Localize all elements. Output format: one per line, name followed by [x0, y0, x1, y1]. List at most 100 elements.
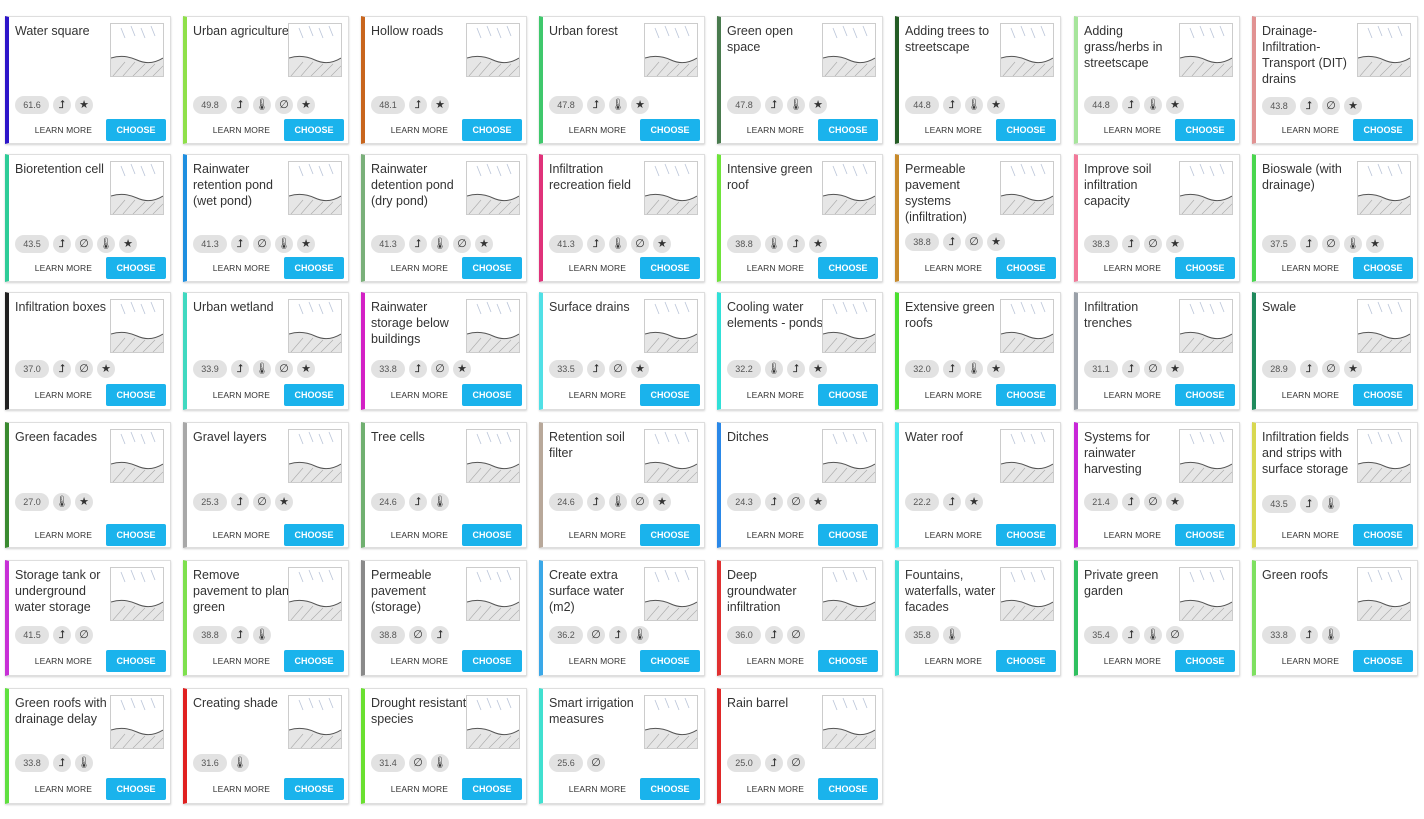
- learn-more-link[interactable]: LEARN MORE: [213, 656, 270, 666]
- learn-more-link[interactable]: LEARN MORE: [391, 656, 448, 666]
- choose-button[interactable]: CHOOSE: [818, 650, 878, 672]
- choose-button[interactable]: CHOOSE: [462, 650, 522, 672]
- learn-more-link[interactable]: LEARN MORE: [1282, 390, 1339, 400]
- choose-button[interactable]: CHOOSE: [462, 384, 522, 406]
- measure-stats: 32.2 🌡 ⮥ ★: [727, 360, 827, 378]
- learn-more-link[interactable]: LEARN MORE: [35, 263, 92, 273]
- choose-button[interactable]: CHOOSE: [284, 119, 344, 141]
- choose-button[interactable]: CHOOSE: [106, 778, 166, 800]
- learn-more-link[interactable]: LEARN MORE: [213, 784, 270, 794]
- choose-button[interactable]: CHOOSE: [1175, 119, 1235, 141]
- learn-more-link[interactable]: LEARN MORE: [1282, 656, 1339, 666]
- choose-button[interactable]: CHOOSE: [1353, 257, 1413, 279]
- choose-button[interactable]: CHOOSE: [1353, 524, 1413, 546]
- choose-button[interactable]: CHOOSE: [284, 778, 344, 800]
- learn-more-link[interactable]: LEARN MORE: [569, 125, 626, 135]
- choose-button[interactable]: CHOOSE: [996, 524, 1056, 546]
- choose-button[interactable]: CHOOSE: [640, 524, 700, 546]
- learn-more-link[interactable]: LEARN MORE: [1282, 530, 1339, 540]
- learn-more-link[interactable]: LEARN MORE: [747, 656, 804, 666]
- choose-button[interactable]: CHOOSE: [284, 257, 344, 279]
- star-icon: ★: [809, 235, 827, 253]
- choose-button[interactable]: CHOOSE: [1175, 650, 1235, 672]
- learn-more-link[interactable]: LEARN MORE: [1104, 125, 1161, 135]
- choose-button[interactable]: CHOOSE: [462, 524, 522, 546]
- choose-button[interactable]: CHOOSE: [818, 257, 878, 279]
- learn-more-link[interactable]: LEARN MORE: [1104, 263, 1161, 273]
- learn-more-link[interactable]: LEARN MORE: [35, 784, 92, 794]
- choose-button[interactable]: CHOOSE: [996, 257, 1056, 279]
- measure-title: Deep groundwater infiltration: [727, 568, 797, 614]
- learn-more-link[interactable]: LEARN MORE: [747, 390, 804, 400]
- choose-button[interactable]: CHOOSE: [640, 778, 700, 800]
- learn-more-link[interactable]: LEARN MORE: [391, 530, 448, 540]
- choose-button[interactable]: CHOOSE: [996, 650, 1056, 672]
- choose-button[interactable]: CHOOSE: [640, 119, 700, 141]
- star-icon: ★: [1166, 493, 1184, 511]
- choose-button[interactable]: CHOOSE: [106, 257, 166, 279]
- choose-button[interactable]: CHOOSE: [1175, 384, 1235, 406]
- choose-button[interactable]: CHOOSE: [818, 119, 878, 141]
- learn-more-link[interactable]: LEARN MORE: [213, 530, 270, 540]
- choose-button[interactable]: CHOOSE: [1353, 650, 1413, 672]
- learn-more-link[interactable]: LEARN MORE: [569, 530, 626, 540]
- learn-more-link[interactable]: LEARN MORE: [1104, 530, 1161, 540]
- learn-more-link[interactable]: LEARN MORE: [925, 390, 982, 400]
- learn-more-link[interactable]: LEARN MORE: [747, 784, 804, 794]
- measure-title: Hollow roads: [371, 24, 444, 38]
- choose-button[interactable]: CHOOSE: [284, 524, 344, 546]
- choose-button[interactable]: CHOOSE: [640, 257, 700, 279]
- choose-button[interactable]: CHOOSE: [106, 650, 166, 672]
- learn-more-link[interactable]: LEARN MORE: [35, 656, 92, 666]
- learn-more-link[interactable]: LEARN MORE: [213, 263, 270, 273]
- learn-more-link[interactable]: LEARN MORE: [391, 784, 448, 794]
- learn-more-link[interactable]: LEARN MORE: [569, 263, 626, 273]
- learn-more-link[interactable]: LEARN MORE: [925, 263, 982, 273]
- drought-icon: ∅: [631, 493, 649, 511]
- choose-button[interactable]: CHOOSE: [462, 119, 522, 141]
- learn-more-link[interactable]: LEARN MORE: [569, 656, 626, 666]
- choose-button[interactable]: CHOOSE: [640, 650, 700, 672]
- learn-more-link[interactable]: LEARN MORE: [747, 125, 804, 135]
- measure-title: Adding trees to streetscape: [905, 24, 990, 54]
- learn-more-link[interactable]: LEARN MORE: [391, 390, 448, 400]
- choose-button[interactable]: CHOOSE: [284, 650, 344, 672]
- choose-button[interactable]: CHOOSE: [1175, 524, 1235, 546]
- choose-button[interactable]: CHOOSE: [1353, 384, 1413, 406]
- heat-icon: 🌡: [965, 96, 983, 114]
- choose-button[interactable]: CHOOSE: [1175, 257, 1235, 279]
- learn-more-link[interactable]: LEARN MORE: [35, 530, 92, 540]
- learn-more-link[interactable]: LEARN MORE: [1282, 125, 1339, 135]
- choose-button[interactable]: CHOOSE: [462, 257, 522, 279]
- learn-more-link[interactable]: LEARN MORE: [569, 390, 626, 400]
- learn-more-link[interactable]: LEARN MORE: [569, 784, 626, 794]
- choose-button[interactable]: CHOOSE: [996, 119, 1056, 141]
- choose-button[interactable]: CHOOSE: [818, 384, 878, 406]
- choose-button[interactable]: CHOOSE: [106, 384, 166, 406]
- learn-more-link[interactable]: LEARN MORE: [747, 530, 804, 540]
- choose-button[interactable]: CHOOSE: [818, 778, 878, 800]
- learn-more-link[interactable]: LEARN MORE: [391, 263, 448, 273]
- choose-button[interactable]: CHOOSE: [284, 384, 344, 406]
- learn-more-link[interactable]: LEARN MORE: [925, 656, 982, 666]
- choose-button[interactable]: CHOOSE: [1353, 119, 1413, 141]
- learn-more-link[interactable]: LEARN MORE: [925, 125, 982, 135]
- learn-more-link[interactable]: LEARN MORE: [391, 125, 448, 135]
- choose-button[interactable]: CHOOSE: [106, 119, 166, 141]
- learn-more-link[interactable]: LEARN MORE: [35, 125, 92, 135]
- learn-more-link[interactable]: LEARN MORE: [35, 390, 92, 400]
- learn-more-link[interactable]: LEARN MORE: [925, 530, 982, 540]
- learn-more-link[interactable]: LEARN MORE: [1104, 656, 1161, 666]
- measure-card: Rainwater retention pond (wet pond) 41.3…: [183, 154, 349, 282]
- choose-button[interactable]: CHOOSE: [106, 524, 166, 546]
- learn-more-link[interactable]: LEARN MORE: [213, 125, 270, 135]
- learn-more-link[interactable]: LEARN MORE: [213, 390, 270, 400]
- measure-card: Green open space 47.8 ⮥ 🌡 ★ LEARN MORE CHO…: [717, 16, 883, 144]
- choose-button[interactable]: CHOOSE: [996, 384, 1056, 406]
- learn-more-link[interactable]: LEARN MORE: [1282, 263, 1339, 273]
- choose-button[interactable]: CHOOSE: [462, 778, 522, 800]
- choose-button[interactable]: CHOOSE: [640, 384, 700, 406]
- learn-more-link[interactable]: LEARN MORE: [747, 263, 804, 273]
- learn-more-link[interactable]: LEARN MORE: [1104, 390, 1161, 400]
- choose-button[interactable]: CHOOSE: [818, 524, 878, 546]
